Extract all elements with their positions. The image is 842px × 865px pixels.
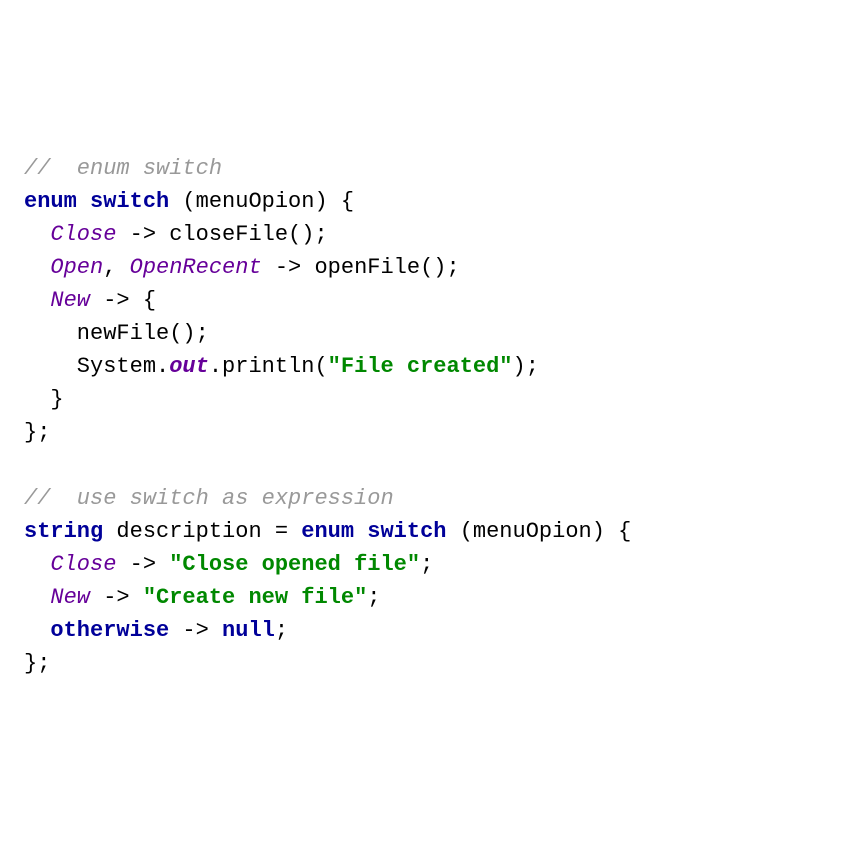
string-literal: "Close opened file": [169, 552, 420, 577]
string-literal: "Create new file": [143, 585, 367, 610]
code-text: };: [24, 420, 50, 445]
code-text: ;: [275, 618, 288, 643]
enum-value-new: New: [50, 288, 90, 313]
code-snippet: // enum switch enum switch (menuOpion) {…: [24, 152, 818, 680]
code-text: );: [513, 354, 539, 379]
keyword-null: null: [222, 618, 275, 643]
code-text: (menuOpion) {: [447, 519, 632, 544]
code-text: ;: [420, 552, 433, 577]
enum-value-new: New: [50, 585, 90, 610]
comment-line: // use switch as expression: [24, 486, 394, 511]
keyword-otherwise: otherwise: [50, 618, 169, 643]
field-out: out: [169, 354, 209, 379]
code-text: ,: [103, 255, 129, 280]
enum-value-open: Open: [50, 255, 103, 280]
code-text: .println(: [209, 354, 328, 379]
code-text: description =: [103, 519, 301, 544]
code-text: }: [24, 387, 64, 412]
code-text: ->: [90, 585, 143, 610]
keyword-string: string: [24, 519, 103, 544]
keyword-switch: switch: [90, 189, 169, 214]
string-literal: "File created": [328, 354, 513, 379]
code-text: ;: [367, 585, 380, 610]
code-text: };: [24, 651, 50, 676]
keyword-enum: enum: [24, 189, 77, 214]
code-text: -> openFile();: [262, 255, 460, 280]
code-text: -> closeFile();: [116, 222, 327, 247]
code-text: newFile();: [24, 321, 209, 346]
enum-value-close: Close: [50, 222, 116, 247]
enum-value-close: Close: [50, 552, 116, 577]
keyword-enum: enum: [301, 519, 354, 544]
keyword-switch: switch: [367, 519, 446, 544]
code-text: System.: [24, 354, 169, 379]
code-text: ->: [116, 552, 169, 577]
code-text: (menuOpion) {: [169, 189, 354, 214]
comment-line: // enum switch: [24, 156, 222, 181]
enum-value-openrecent: OpenRecent: [130, 255, 262, 280]
code-text: ->: [169, 618, 222, 643]
code-text: -> {: [90, 288, 156, 313]
